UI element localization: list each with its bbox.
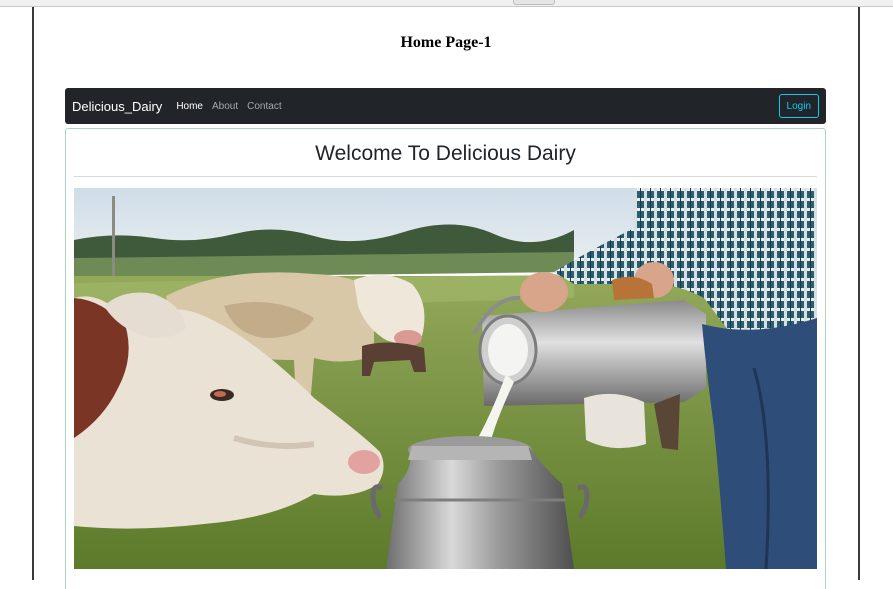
card-divider	[74, 176, 817, 177]
hero-image	[74, 188, 817, 569]
card-title: Welcome To Delicious Dairy	[315, 142, 576, 165]
document-page: Home Page-1 Delicious_Dairy Home About C…	[32, 7, 860, 589]
window-top-strip	[0, 0, 893, 7]
welcome-card: Welcome To Delicious Dairy	[65, 128, 826, 589]
site-navbar: Delicious_Dairy Home About Contact Login	[65, 88, 826, 124]
window-tab-handle[interactable]	[513, 0, 555, 5]
nav-link-about[interactable]: About	[212, 101, 238, 112]
login-button[interactable]: Login	[778, 94, 819, 118]
document-title: Home Page-1	[400, 34, 492, 51]
hero-dairy-farm-image	[74, 188, 817, 569]
navbar-brand[interactable]: Delicious_Dairy	[72, 99, 162, 114]
nav-link-home[interactable]: Home	[176, 101, 203, 112]
nav-link-contact[interactable]: Contact	[247, 101, 281, 112]
